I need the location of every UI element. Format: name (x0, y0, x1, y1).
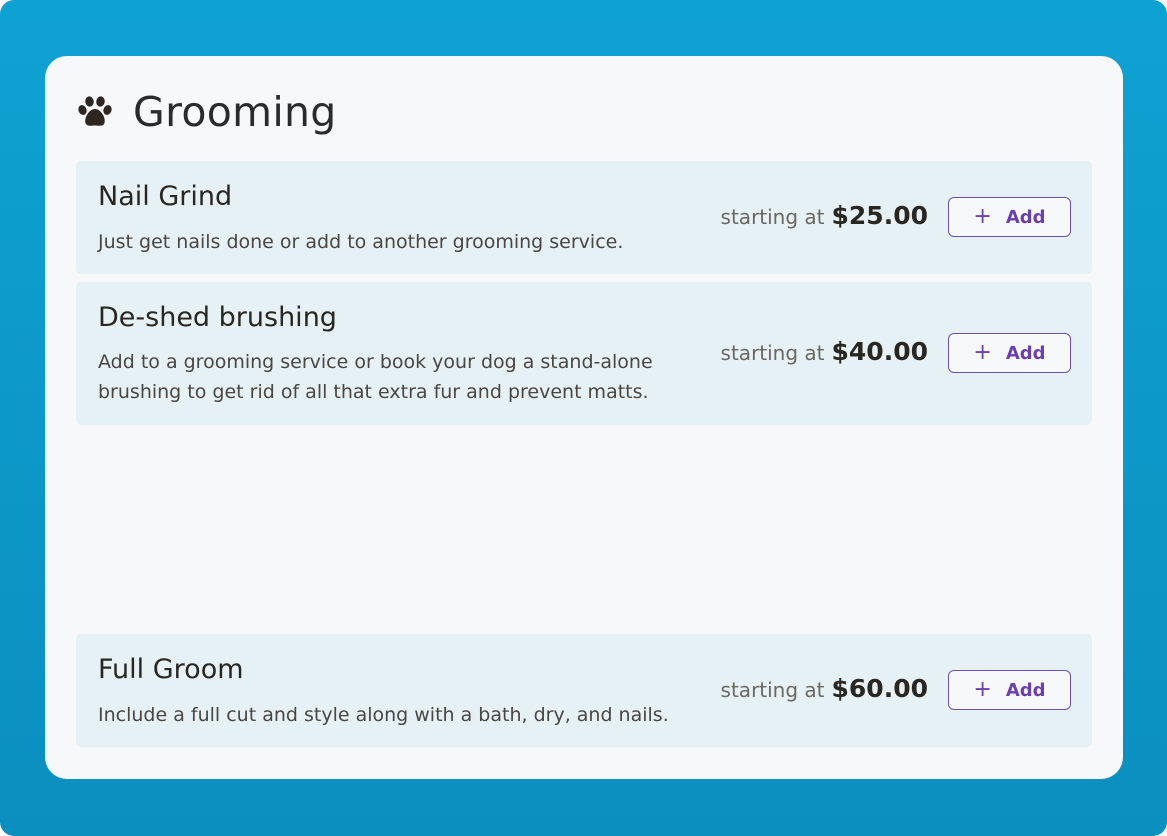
add-button-label: Add (1005, 679, 1046, 701)
app-frame: Grooming Nail Grind Just get nails done … (0, 0, 1167, 836)
service-description: Just get nails done or add to another gr… (98, 231, 624, 253)
grooming-card: Grooming Nail Grind Just get nails done … (45, 56, 1123, 779)
service-row-full-groom: Full Groom Include a full cut and style … (76, 634, 1092, 747)
price-amount: $25.00 (831, 201, 928, 230)
service-price: starting at $25.00 (721, 201, 928, 230)
price-amount: $60.00 (831, 674, 928, 703)
service-row-de-shed-brushing: De-shed brushing Add to a grooming servi… (76, 282, 1092, 425)
price-amount: $40.00 (831, 337, 928, 366)
service-name: De-shed brushing (98, 302, 337, 333)
plus-icon: + (973, 340, 992, 365)
add-button[interactable]: + Add (948, 670, 1071, 710)
add-button[interactable]: + Add (948, 197, 1071, 237)
section-title: Grooming (133, 88, 337, 136)
service-price: starting at $60.00 (721, 674, 928, 703)
price-prefix: starting at (720, 341, 825, 365)
service-name: Nail Grind (98, 181, 233, 212)
service-row-nail-grind: Nail Grind Just get nails done or add to… (76, 161, 1092, 274)
plus-icon: + (973, 204, 992, 229)
service-description: Add to a grooming service or book your d… (98, 351, 653, 403)
paw-icon (77, 94, 113, 130)
service-name: Full Groom (98, 654, 244, 685)
plus-icon: + (973, 677, 992, 702)
service-description: Include a full cut and style along with … (98, 704, 669, 726)
section-header: Grooming (77, 84, 337, 140)
add-button-label: Add (1005, 342, 1046, 364)
service-price: starting at $40.00 (721, 337, 928, 366)
add-button[interactable]: + Add (948, 333, 1071, 373)
price-prefix: starting at (720, 678, 825, 702)
price-prefix: starting at (720, 205, 825, 229)
add-button-label: Add (1005, 206, 1046, 228)
